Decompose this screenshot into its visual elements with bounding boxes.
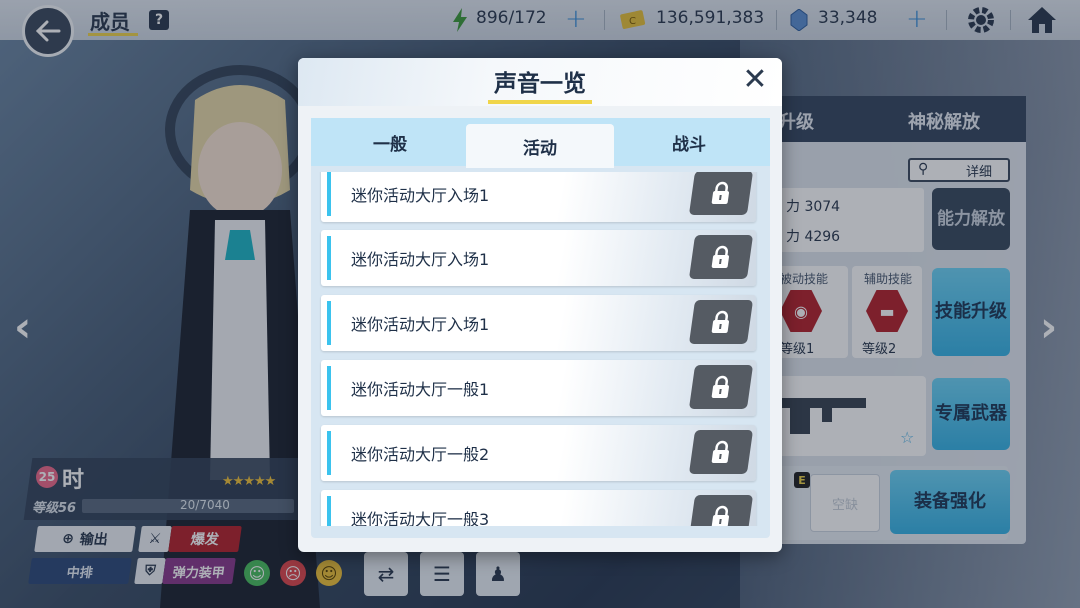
- lock-icon: [711, 440, 730, 463]
- lock-icon: [711, 505, 730, 526]
- close-icon[interactable]: ✕: [740, 62, 770, 97]
- lock-button[interactable]: [688, 300, 754, 344]
- lock-icon: [711, 375, 730, 398]
- lock-button[interactable]: [688, 495, 754, 526]
- list-item[interactable]: 迷你活动大厅一般1: [321, 360, 756, 416]
- modal-title-underline: [488, 100, 592, 104]
- voice-label: 迷你活动大厅入场1: [351, 186, 490, 205]
- lock-button[interactable]: [688, 172, 754, 215]
- list-item[interactable]: 迷你活动大厅入场1: [321, 230, 756, 286]
- item-accent-bar: [327, 496, 331, 526]
- list-item[interactable]: 迷你活动大厅一般2: [321, 425, 756, 481]
- lock-icon: [711, 181, 730, 204]
- voice-list[interactable]: 迷你活动大厅入场1 迷你活动大厅入场1 迷你活动大厅入场1 迷你活动大厅一般1 …: [317, 172, 764, 526]
- lock-button[interactable]: [688, 235, 754, 279]
- item-accent-bar: [327, 236, 331, 280]
- tab-battle[interactable]: 战斗: [614, 118, 764, 166]
- item-accent-bar: [327, 366, 331, 410]
- item-accent-bar: [327, 431, 331, 475]
- voice-label: 迷你活动大厅一般3: [351, 510, 490, 526]
- modal-title: 声音一览: [494, 71, 586, 97]
- voice-label: 迷你活动大厅一般1: [351, 380, 490, 399]
- lock-icon: [711, 310, 730, 333]
- tab-general[interactable]: 一般: [311, 118, 469, 166]
- item-accent-bar: [327, 301, 331, 345]
- item-accent-bar: [327, 172, 331, 216]
- lock-icon: [711, 245, 730, 268]
- list-item[interactable]: 迷你活动大厅入场1: [321, 172, 756, 222]
- lock-button[interactable]: [688, 365, 754, 409]
- voice-label: 迷你活动大厅入场1: [351, 315, 490, 334]
- list-item[interactable]: 迷你活动大厅一般3: [321, 490, 756, 526]
- tab-event[interactable]: 活动: [466, 124, 614, 168]
- lock-button[interactable]: [688, 430, 754, 474]
- voice-label: 迷你活动大厅入场1: [351, 250, 490, 269]
- list-item[interactable]: 迷你活动大厅入场1: [321, 295, 756, 351]
- voice-label: 迷你活动大厅一般2: [351, 445, 490, 464]
